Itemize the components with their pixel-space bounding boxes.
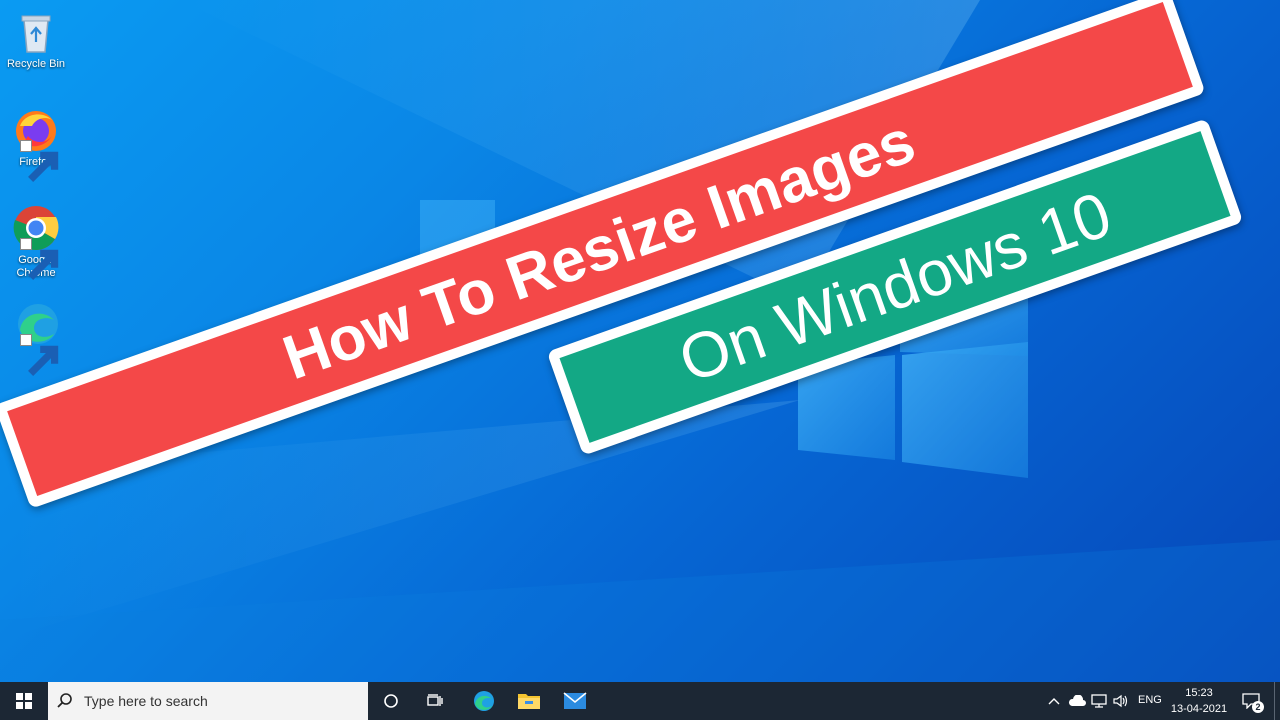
language-indicator[interactable]: ENG <box>1138 694 1162 706</box>
cortana-icon <box>384 694 398 708</box>
start-button[interactable] <box>0 682 48 720</box>
network-button[interactable] <box>1088 682 1110 720</box>
notification-badge: 2 <box>1252 701 1264 713</box>
search-placeholder: Type here to search <box>84 693 208 709</box>
desktop[interactable]: Recycle Bin Firefox Google Chrome How To… <box>0 0 1280 682</box>
speaker-icon <box>1113 694 1128 708</box>
show-hidden-icons-button[interactable] <box>1044 682 1064 720</box>
onedrive-button[interactable] <box>1066 682 1088 720</box>
desktop-icon-firefox[interactable]: Firefox <box>2 106 70 182</box>
shortcut-arrow-icon <box>20 140 59 182</box>
desktop-icon-chrome[interactable]: Google Chrome <box>2 204 70 280</box>
mail-icon <box>563 692 587 709</box>
taskbar-mail-button[interactable] <box>552 682 598 720</box>
taskbar-file-explorer-button[interactable] <box>506 682 552 720</box>
chrome-icon <box>12 204 60 280</box>
task-view-icon <box>427 694 443 706</box>
network-icon <box>1091 694 1107 708</box>
file-explorer-icon <box>518 694 540 709</box>
taskbar: Type here to search ENG 15:23 13-04-2021… <box>0 682 1280 720</box>
firefox-icon <box>12 106 60 182</box>
task-view-button[interactable] <box>414 682 456 720</box>
cloud-icon <box>1069 695 1086 706</box>
shortcut-arrow-icon <box>20 238 59 280</box>
action-center-button[interactable]: 2 <box>1236 682 1266 720</box>
taskbar-edge-button[interactable] <box>460 682 506 720</box>
clock[interactable]: 15:23 13-04-2021 <box>1168 685 1230 717</box>
taskbar-search-box[interactable]: Type here to search <box>48 682 368 720</box>
windows-logo-icon <box>16 693 32 709</box>
cortana-button[interactable] <box>370 682 412 720</box>
show-desktop-button[interactable] <box>1274 682 1280 720</box>
chevron-up-icon <box>1048 698 1060 705</box>
recycle-bin-icon <box>12 8 60 56</box>
shortcut-arrow-icon <box>20 334 59 376</box>
desktop-icon-recycle-bin[interactable]: Recycle Bin <box>2 8 70 71</box>
edge-icon <box>474 691 494 711</box>
desktop-icon-label: Recycle Bin <box>6 58 66 70</box>
desktop-icon-edge[interactable] <box>2 300 70 376</box>
clock-time: 15:23 <box>1185 687 1213 699</box>
search-icon <box>57 693 72 708</box>
edge-icon <box>12 300 60 376</box>
clock-date: 13-04-2021 <box>1170 703 1228 715</box>
volume-button[interactable] <box>1110 682 1132 720</box>
